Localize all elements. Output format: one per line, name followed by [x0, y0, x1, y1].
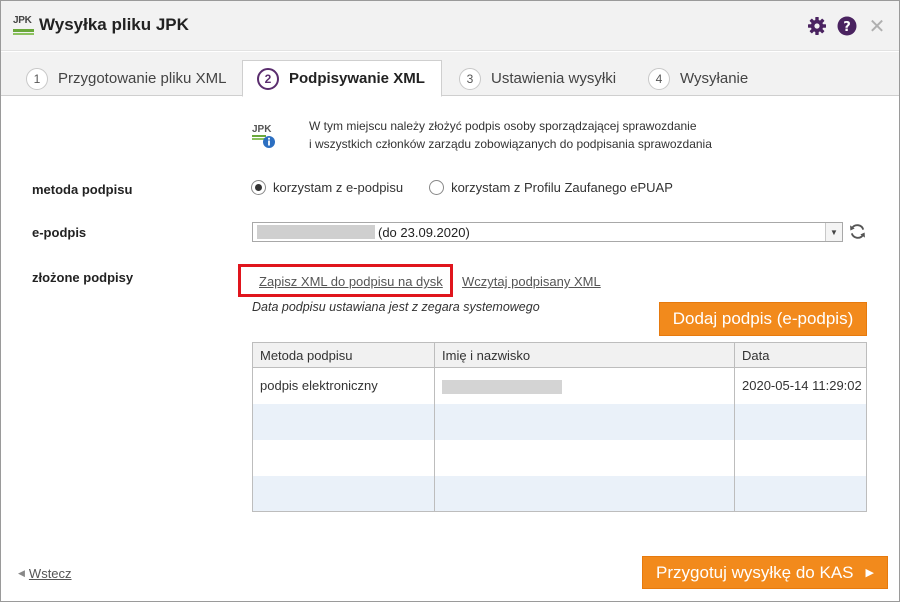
table-row-empty: [252, 475, 867, 512]
step-number: 1: [26, 67, 48, 90]
tab-label: Przygotowanie pliku XML: [58, 70, 227, 87]
back-link[interactable]: ◀ Wstecz: [18, 566, 72, 581]
cell-method: podpis elektroniczny: [252, 367, 435, 404]
tab-label: Ustawienia wysyłki: [491, 70, 617, 87]
gear-icon[interactable]: [807, 16, 827, 36]
window-title: Wysyłka pliku JPK: [39, 15, 189, 34]
cell-name: [434, 367, 735, 404]
svg-text:?: ?: [843, 20, 851, 35]
step-number: 2: [257, 67, 279, 90]
refresh-icon[interactable]: [848, 222, 867, 241]
cell-date: 2020-05-14 11:29:02: [734, 367, 867, 404]
radio-profil-zaufany[interactable]: korzystam z Profilu Zaufanego ePUAP: [429, 180, 673, 195]
redacted-name: [442, 379, 562, 394]
method-radio-group: korzystam z e-podpisu korzystam z Profil…: [251, 180, 699, 195]
radio-e-podpis[interactable]: korzystam z e-podpisu: [251, 180, 403, 195]
table-row-empty: [252, 403, 867, 440]
step-number: 4: [648, 67, 670, 90]
jpk-logo-icon: JPK: [13, 15, 34, 37]
tab-ustawienia[interactable]: 3 Ustawienia wysyłki: [459, 60, 616, 97]
prepare-kas-button[interactable]: Przygotuj wysyłkę do KAS ▶: [642, 556, 888, 589]
load-signed-xml-link[interactable]: Wczytaj podpisany XML: [462, 274, 601, 289]
tab-wysylanie[interactable]: 4 Wysyłanie: [648, 60, 748, 97]
radio-button-checked[interactable]: [251, 180, 266, 195]
system-clock-note: Data podpisu ustawiana jest z zegara sys…: [252, 300, 540, 314]
tab-podpisywanie[interactable]: 2 Podpisywanie XML: [242, 60, 442, 97]
redacted-certificate-name: [257, 225, 375, 239]
signatures-table: Metoda podpisu Imię i nazwisko Data podp…: [252, 342, 867, 512]
svg-text:JPK: JPK: [252, 124, 272, 135]
step-number: 3: [459, 67, 481, 90]
title-bar: JPK Wysyłka pliku JPK ? ✕: [1, 1, 899, 51]
esign-value: (do 23.09.2020): [378, 225, 470, 240]
esign-select[interactable]: (do 23.09.2020) ▼: [252, 222, 843, 242]
dropdown-arrow-icon[interactable]: ▼: [825, 223, 842, 241]
radio-button[interactable]: [429, 180, 445, 195]
column-header-method: Metoda podpisu: [252, 342, 435, 368]
jpk-dialog: JPK Wysyłka pliku JPK ? ✕ 1 Przygotowani…: [0, 0, 900, 602]
table-row-empty: [252, 439, 867, 476]
close-icon[interactable]: ✕: [867, 16, 887, 36]
wizard-tabs: 1 Przygotowanie pliku XML 2 Podpisywanie…: [1, 52, 899, 97]
table-row[interactable]: podpis elektroniczny 2020-05-14 11:29:02: [252, 367, 867, 404]
arrow-right-icon: ▶: [865, 567, 874, 579]
method-label: metoda podpisu: [32, 182, 133, 197]
add-signature-button[interactable]: Dodaj podpis (e-podpis): [659, 302, 867, 336]
column-header-name: Imię i nazwisko: [434, 342, 735, 368]
column-header-date: Data: [734, 342, 867, 368]
jpk-info-icon: JPK: [252, 124, 275, 148]
save-xml-link[interactable]: Zapisz XML do podpisu na dysk: [259, 274, 443, 289]
back-arrow-icon: ◀: [18, 568, 25, 578]
tab-label: Wysyłanie: [680, 70, 749, 87]
esign-label: e-podpis: [32, 225, 87, 240]
tab-label: Podpisywanie XML: [289, 70, 425, 87]
help-icon[interactable]: ?: [837, 16, 857, 36]
tab-przygotowanie[interactable]: 1 Przygotowanie pliku XML: [26, 60, 226, 97]
signatures-label: złożone podpisy: [32, 270, 134, 285]
info-text: W tym miejscu należy złożyć podpis osoby…: [309, 119, 712, 151]
